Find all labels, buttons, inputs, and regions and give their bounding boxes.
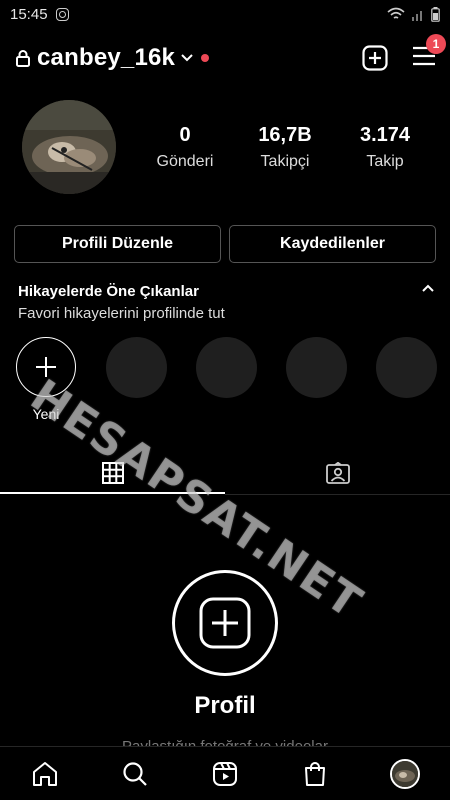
chevron-up-icon[interactable] — [422, 284, 434, 292]
create-post-button[interactable] — [172, 570, 278, 676]
stat-following-label: Takip — [366, 153, 404, 170]
status-bar: 15:45 — [0, 0, 450, 28]
nav-profile[interactable] — [385, 754, 425, 794]
new-post-icon — [199, 597, 251, 649]
highlight-placeholder — [196, 337, 257, 398]
profile-avatar[interactable] — [22, 100, 116, 194]
saved-button[interactable]: Kaydedilenler — [229, 225, 436, 263]
stat-followers[interactable]: 16,7B Takipçi — [250, 124, 320, 171]
stat-following[interactable]: 3.174 Takip — [350, 124, 420, 171]
profile-header: canbey_16k 1 — [0, 33, 450, 78]
nav-reels[interactable] — [205, 754, 245, 794]
tagged-icon — [325, 462, 350, 484]
status-time: 15:45 — [10, 5, 48, 23]
bottom-navigation — [0, 746, 450, 800]
home-icon — [33, 761, 57, 786]
nav-profile-avatar — [390, 758, 420, 789]
nav-shop[interactable] — [295, 754, 335, 794]
username[interactable]: canbey_16k — [37, 44, 175, 72]
battery-icon — [431, 6, 440, 22]
lock-icon — [16, 50, 30, 67]
edit-profile-button[interactable]: Profili Düzenle — [14, 225, 221, 263]
menu-button[interactable]: 1 — [412, 33, 446, 71]
reels-icon — [213, 761, 237, 786]
nav-search[interactable] — [115, 754, 155, 794]
empty-state-title: Profil — [194, 692, 256, 719]
search-icon — [123, 761, 147, 786]
avatar-image — [22, 100, 116, 194]
highlight-placeholder — [106, 337, 167, 398]
stat-following-value: 3.174 — [359, 124, 411, 146]
highlights-subtitle: Favori hikayelerini profilinde tut — [18, 305, 225, 322]
stat-posts[interactable]: 0 Gönderi — [150, 124, 220, 171]
account-notification-dot — [201, 54, 210, 62]
highlight-placeholder — [286, 337, 347, 398]
tab-tagged[interactable] — [225, 452, 450, 494]
chevron-down-icon[interactable] — [181, 54, 193, 62]
highlights-title: Hikayelerde Öne Çıkanlar — [18, 283, 199, 300]
stat-posts-value: 0 — [179, 124, 191, 146]
instagram-status-icon — [55, 7, 69, 21]
stat-followers-value: 16,7B — [258, 124, 312, 146]
new-post-icon[interactable] — [362, 45, 388, 71]
nav-home[interactable] — [25, 754, 65, 794]
tab-divider — [225, 494, 450, 495]
wifi-icon — [387, 7, 405, 19]
notification-badge: 1 — [426, 33, 446, 54]
stat-posts-label: Gönderi — [156, 153, 214, 170]
shop-icon — [305, 761, 325, 786]
stat-followers-label: Takipçi — [260, 153, 310, 170]
highlight-placeholder — [376, 337, 437, 398]
signal-icon — [412, 11, 422, 21]
status-icons — [387, 6, 440, 22]
